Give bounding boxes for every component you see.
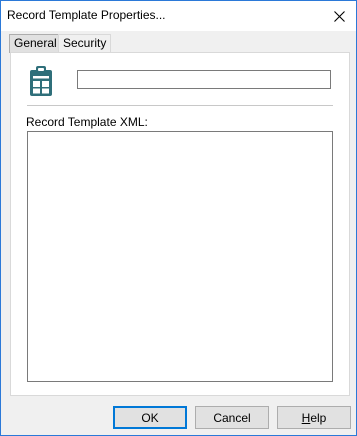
- template-xml-textarea[interactable]: [27, 131, 333, 382]
- cancel-button[interactable]: Cancel: [195, 406, 269, 429]
- tab-security[interactable]: Security: [58, 34, 112, 52]
- dialog-window: Record Template Properties... General Se…: [0, 0, 357, 436]
- window-title: Record Template Properties...: [7, 8, 166, 22]
- separator: [27, 105, 333, 106]
- tab-general[interactable]: General: [9, 34, 62, 53]
- close-button[interactable]: [322, 1, 356, 31]
- xml-label: Record Template XML:: [26, 115, 148, 129]
- help-button[interactable]: Help: [277, 406, 351, 429]
- ok-button[interactable]: OK: [113, 406, 187, 429]
- close-icon: [333, 10, 345, 22]
- general-tab-panel: Record Template XML:: [10, 52, 350, 396]
- clipboard-icon: [29, 65, 53, 97]
- title-bar[interactable]: Record Template Properties...: [1, 1, 356, 31]
- template-name-input[interactable]: [77, 70, 331, 89]
